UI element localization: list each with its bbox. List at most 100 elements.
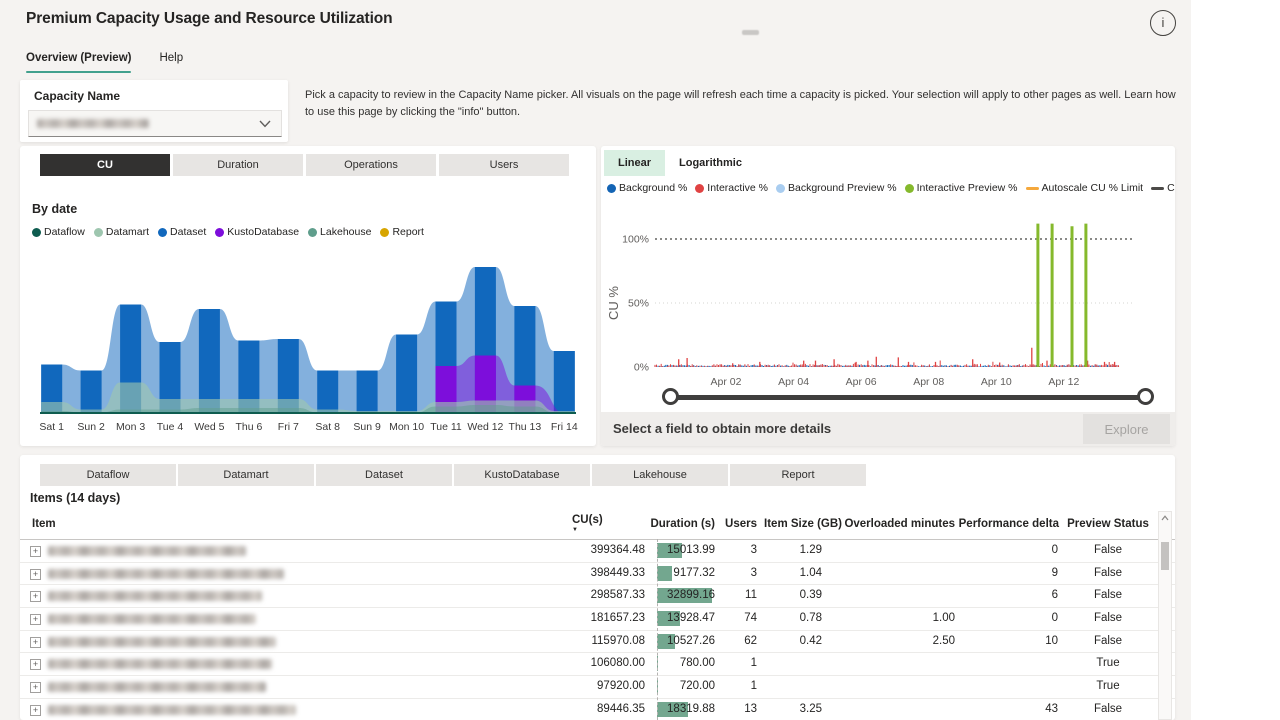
legend-dot-icon: [215, 227, 225, 237]
cell-size: 0.39: [799, 589, 822, 602]
svg-text:Sun 9: Sun 9: [353, 421, 381, 433]
table-row[interactable]: +399364.48 15013.99 3 1.29 0 False: [20, 540, 1175, 563]
scale-tab-logarithmic[interactable]: Logarithmic: [665, 150, 756, 176]
tab-overview-preview[interactable]: Overview (Preview): [26, 52, 132, 73]
legend-line-icon: [1025, 186, 1039, 190]
metric-button-users[interactable]: Users: [439, 154, 569, 176]
table-row[interactable]: +181657.23 13928.47 74 0.78 1.00 0 False: [20, 608, 1175, 631]
cell-preview: False: [1093, 612, 1123, 625]
legend-item-datamart: Datamart: [93, 226, 149, 238]
svg-text:Mon 10: Mon 10: [389, 421, 424, 433]
expand-row-icon[interactable]: +: [30, 659, 41, 671]
legend-item-background-%: Background %: [607, 182, 687, 194]
expand-row-icon[interactable]: +: [30, 636, 41, 648]
capacity-name-dropdown[interactable]: [28, 110, 282, 137]
item-type-button-datamart[interactable]: Datamart: [178, 464, 314, 486]
cu-percent-chart[interactable]: 100%50%0%Apr 02 Apr 04 Apr 06 Apr 08 Apr 10 A…: [605, 209, 1171, 395]
svg-text:Wed 5: Wed 5: [194, 421, 224, 433]
expand-row-icon[interactable]: +: [30, 546, 41, 557]
cell-size: 1.29: [799, 544, 822, 556]
cell-users: 1: [750, 680, 757, 693]
legend-dot-icon: [158, 227, 168, 237]
svg-text:Sat 8: Sat 8: [315, 421, 340, 433]
legend-dot-icon: [380, 227, 390, 237]
item-name-redacted: [48, 591, 262, 602]
column-header-preview-status[interactable]: Preview Status: [1033, 518, 1175, 530]
capacity-name-value-redacted: [37, 119, 149, 128]
item-name-redacted: [48, 682, 266, 693]
table-row[interactable]: +97920.00 720.00 1 True: [20, 676, 1175, 699]
legend-dot-icon: [93, 227, 103, 237]
item-type-button-report[interactable]: Report: [730, 464, 866, 486]
scrollbar-thumb[interactable]: [1161, 542, 1169, 570]
svg-text:Thu 6: Thu 6: [235, 421, 262, 433]
cell-preview: False: [1093, 566, 1123, 579]
item-name-redacted: [48, 636, 276, 647]
table-scrollbar[interactable]: [1158, 511, 1172, 720]
legend-item-interactive-preview-%: Interactive Preview %: [904, 182, 1018, 194]
metric-button-duration[interactable]: Duration: [173, 154, 303, 176]
redacted-element: [742, 30, 759, 35]
column-header-item[interactable]: Item: [32, 518, 56, 530]
svg-text:Fri 7: Fri 7: [278, 421, 299, 433]
item-name-redacted: [48, 704, 296, 715]
expand-row-icon[interactable]: +: [30, 704, 41, 716]
detail-bar-message: Select a field to obtain more details: [613, 421, 832, 436]
expand-row-icon[interactable]: +: [30, 591, 41, 603]
items-table-body: +399364.48 15013.99 3 1.29 0 False +398449.33 9…: [20, 540, 1175, 720]
slider-handle-start[interactable]: [662, 388, 679, 405]
table-row[interactable]: +89446.35 18319.88 13 3.25 43 False: [20, 699, 1175, 720]
legend-item-lakehouse: Lakehouse: [308, 226, 371, 238]
svg-text:Sat 1: Sat 1: [39, 421, 64, 433]
table-row[interactable]: +106080.00 780.00 1 True: [20, 653, 1175, 677]
legend-dot-icon: [607, 183, 616, 193]
scale-tab-linear[interactable]: Linear: [604, 150, 666, 176]
slider-handle-end[interactable]: [1137, 388, 1154, 405]
table-row[interactable]: +298587.33 32899.16 11 0.39 6 False: [20, 585, 1175, 609]
scale-tab-group: Linear Logarithmic: [604, 150, 756, 176]
legend-dot-icon: [32, 227, 41, 237]
legend-dot-icon: [695, 183, 705, 193]
report-page: Premium Capacity Usage and Resource Util…: [0, 0, 1191, 720]
items-table-visual: Dataflow Datamart Dataset KustoDatabase Lake…: [20, 455, 1175, 720]
metric-button-cu[interactable]: CU: [40, 154, 170, 176]
cell-preview: True: [1096, 680, 1120, 693]
usage-by-date-visual: CU Duration Operations Users By date Datafl…: [20, 146, 596, 446]
expand-row-icon[interactable]: +: [30, 568, 41, 580]
explore-button[interactable]: Explore: [1083, 414, 1170, 444]
legend-dot-icon: [308, 227, 318, 237]
expand-row-icon[interactable]: +: [30, 614, 41, 626]
detail-bar: Select a field to obtain more details Ex…: [601, 412, 1175, 446]
by-date-title: By date: [32, 202, 78, 216]
cell-users: 1: [750, 657, 757, 670]
slider-track[interactable]: [673, 395, 1141, 400]
items-table-title: Items (14 days): [30, 491, 121, 505]
item-type-button-kustodatabase[interactable]: KustoDatabase: [454, 464, 590, 486]
capacity-picker-card: Capacity Name: [20, 80, 288, 142]
instructions-text: Pick a capacity to review in the Capacit…: [305, 89, 1176, 118]
page-title: Premium Capacity Usage and Resource Util…: [26, 10, 393, 27]
cell-size: 3.25: [799, 702, 822, 715]
item-type-button-lakehouse[interactable]: Lakehouse: [592, 464, 728, 486]
item-name-redacted: [48, 568, 284, 579]
item-type-button-dataset[interactable]: Dataset: [316, 464, 452, 486]
info-button[interactable]: i: [1150, 10, 1176, 36]
expand-row-icon[interactable]: +: [30, 682, 41, 694]
item-name-redacted: [48, 614, 256, 625]
table-row[interactable]: +398449.33 9177.32 3 1.04 9 False: [20, 563, 1175, 586]
svg-text:Tue 11: Tue 11: [430, 421, 462, 433]
item-type-button-dataflow[interactable]: Dataflow: [40, 464, 176, 486]
tab-help[interactable]: Help: [159, 52, 183, 73]
metric-button-operations[interactable]: Operations: [306, 154, 436, 176]
by-date-chart[interactable]: Sat 1 Sun 2 Mon 3 Tue 4 Wed 5 Thu 6 Fri 7 Sat 8…: [32, 264, 584, 436]
report-canvas: Premium Capacity Usage and Resource Util…: [0, 0, 1280, 720]
cell-size: 0.42: [799, 634, 822, 647]
svg-text:Thu 13: Thu 13: [509, 421, 542, 433]
scroll-up-icon[interactable]: [1161, 515, 1169, 521]
legend-item-dataflow: Dataflow: [32, 226, 85, 238]
svg-text:Wed 12: Wed 12: [467, 421, 503, 433]
chevron-down-icon: [259, 120, 271, 128]
svg-text:50%: 50%: [628, 298, 649, 310]
svg-text:Tue 4: Tue 4: [157, 421, 184, 433]
table-row[interactable]: +115970.08 10527.26 62 0.42 2.50 10 False: [20, 631, 1175, 654]
